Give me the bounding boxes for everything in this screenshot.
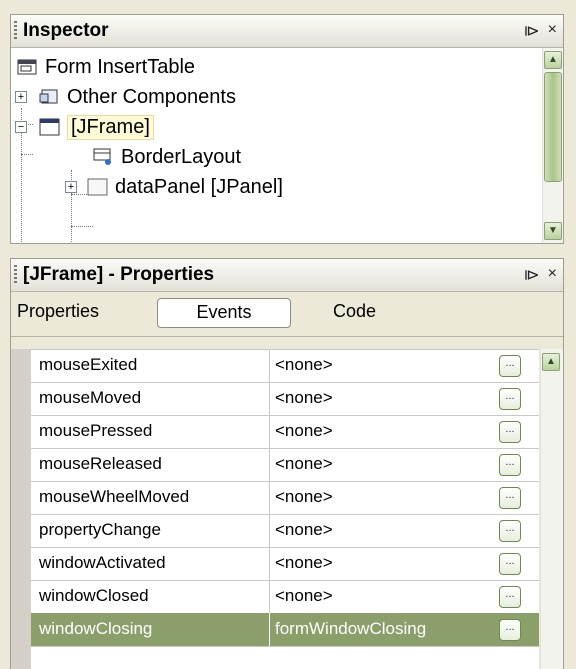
pin-icon[interactable]: ⧐	[524, 21, 540, 41]
tree-node-jframe[interactable]: − [JFrame]	[15, 112, 154, 142]
tree-node-label: [JFrame]	[67, 114, 154, 140]
ellipsis-button[interactable]: ...	[499, 520, 521, 542]
tree-node-other-components[interactable]: + Other Components	[15, 82, 236, 112]
ellipsis-button[interactable]: ...	[499, 619, 521, 641]
close-icon[interactable]: ×	[548, 21, 557, 41]
components-icon	[39, 88, 61, 106]
pin-icon[interactable]: ⧐	[524, 265, 540, 285]
tree-node-label: Form InsertTable	[45, 55, 196, 78]
tree-node-borderlayout[interactable]: BorderLayout	[93, 142, 241, 172]
tab-properties[interactable]: Properties	[17, 301, 99, 322]
expand-plus-icon[interactable]: +	[15, 91, 27, 103]
component-tree: Form InsertTable + Other Components − [J…	[11, 48, 541, 243]
ellipsis-button[interactable]: ...	[499, 421, 521, 443]
table-row[interactable]: mouseReleased <none> ...	[31, 448, 539, 482]
close-icon[interactable]: ×	[548, 265, 557, 285]
tab-events[interactable]: Events	[157, 298, 291, 328]
ellipsis-button[interactable]: ...	[499, 388, 521, 410]
drag-grip-icon[interactable]	[14, 21, 17, 41]
inspector-scrollbar[interactable]: ▲ ▼	[542, 48, 563, 243]
table-row[interactable]: mouseMoved <none> ...	[31, 382, 539, 416]
table-row[interactable]: mousePressed <none> ...	[31, 415, 539, 449]
tree-node-label: dataPanel [JPanel]	[115, 175, 283, 198]
tree-node-datapanel[interactable]: + dataPanel [JPanel]	[65, 172, 283, 202]
table-row[interactable]: windowClosed <none> ...	[31, 580, 539, 614]
scrollbar-thumb[interactable]	[544, 72, 562, 182]
scroll-down-icon[interactable]: ▼	[544, 222, 562, 240]
tree-node-form[interactable]: Form InsertTable	[17, 52, 195, 82]
properties-panel: [JFrame] - Properties ⧐ × Properties Eve…	[10, 258, 564, 669]
layout-icon	[93, 148, 115, 166]
inspector-title: Inspector	[23, 20, 109, 41]
expand-plus-icon[interactable]: +	[65, 181, 77, 193]
tree-node-label: BorderLayout	[121, 145, 242, 168]
properties-titlebar[interactable]: [JFrame] - Properties ⧐ ×	[11, 259, 563, 292]
panel-icon	[87, 178, 109, 196]
table-row[interactable]: mouseWheelMoved <none> ...	[31, 481, 539, 515]
table-row-selected[interactable]: windowClosing formWindowClosing ...	[31, 613, 539, 647]
ellipsis-button[interactable]: ...	[499, 586, 521, 608]
tree-node-label: Other Components	[67, 85, 236, 108]
ellipsis-button[interactable]: ...	[499, 553, 521, 575]
form-icon	[17, 58, 39, 76]
scroll-up-icon[interactable]: ▲	[544, 51, 562, 69]
properties-title: [JFrame] - Properties	[23, 264, 215, 285]
properties-scrollbar[interactable]: ▲	[540, 349, 563, 669]
events-table: mouseExited <none> ... mouseMoved <none>…	[11, 349, 539, 669]
ellipsis-button[interactable]: ...	[499, 487, 521, 509]
inspector-titlebar[interactable]: Inspector ⧐ ×	[11, 15, 563, 48]
table-row[interactable]: propertyChange <none> ...	[31, 514, 539, 548]
collapse-minus-icon[interactable]: −	[15, 121, 27, 133]
scroll-up-icon[interactable]: ▲	[542, 353, 560, 371]
inspector-panel: Inspector ⧐ × Form InsertTable + Other C…	[10, 14, 564, 244]
table-row[interactable]: windowActivated <none> ...	[31, 547, 539, 581]
ellipsis-button[interactable]: ...	[499, 355, 521, 377]
drag-grip-icon[interactable]	[14, 265, 17, 285]
jframe-icon	[39, 118, 61, 136]
ellipsis-button[interactable]: ...	[499, 454, 521, 476]
tab-code[interactable]: Code	[333, 301, 376, 322]
table-row[interactable]: mouseExited <none> ...	[31, 349, 539, 383]
property-tabs: Properties Events Code	[11, 292, 563, 337]
